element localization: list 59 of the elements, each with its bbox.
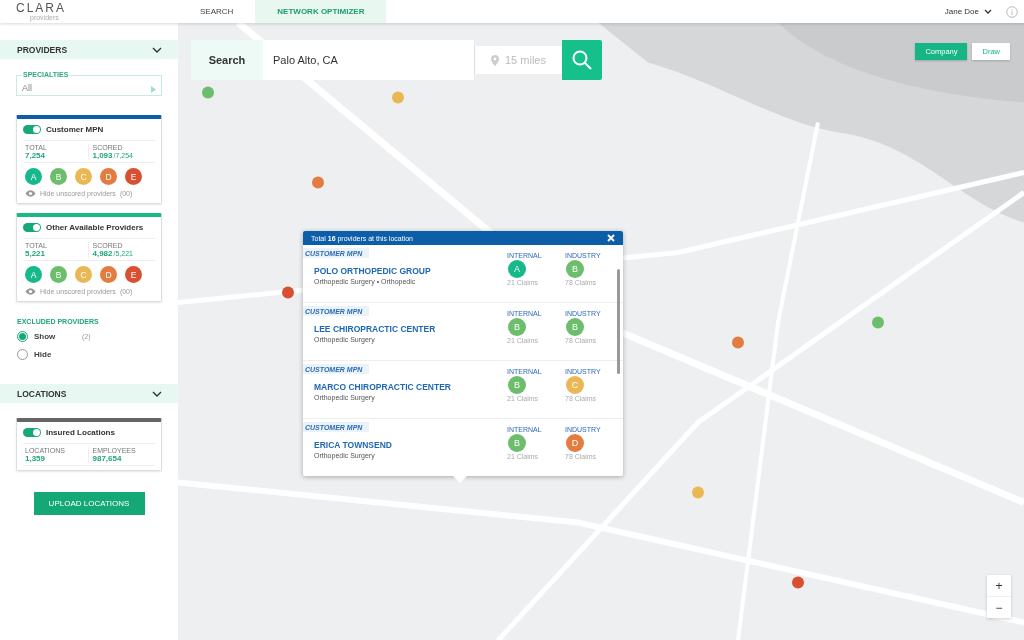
search-icon: [572, 50, 592, 70]
grade-filter[interactable]: A: [25, 168, 42, 185]
card-title: Customer MPN: [46, 125, 104, 134]
stat-value: 1,093: [92, 151, 113, 160]
caret-icon: [984, 8, 992, 15]
provider-name[interactable]: LEE CHIROPRACTIC CENTER: [314, 324, 436, 334]
eye-icon[interactable]: [25, 288, 36, 295]
toggle-switch[interactable]: [23, 125, 41, 134]
pin-icon: [491, 54, 499, 66]
grade-filter[interactable]: B: [50, 266, 67, 283]
chevron-icon: [152, 390, 162, 397]
location-input[interactable]: Palo Alto, CA: [263, 40, 474, 80]
caret-icon: [151, 86, 156, 93]
grade-badge: B: [508, 434, 526, 452]
logo-wordmark: CLARA: [16, 3, 66, 14]
radio-label: Hide: [34, 349, 53, 359]
zoom-out-button[interactable]: −: [987, 597, 1011, 618]
provider-name[interactable]: ERICA TOWNSEND: [314, 440, 392, 450]
grade-filter[interactable]: E: [125, 266, 142, 283]
grade-badge: C: [566, 376, 584, 394]
stat-value: 7,254: [25, 151, 47, 160]
upload-button[interactable]: UPLOAD LOCATIONS: [33, 492, 145, 515]
toggle-switch[interactable]: [23, 428, 41, 437]
radius-input[interactable]: 15 miles: [505, 54, 558, 66]
grade-badge: B: [566, 318, 584, 336]
card-title: Other Available Providers: [46, 223, 144, 232]
scrollbar[interactable]: [617, 269, 620, 374]
grade-filter[interactable]: A: [25, 266, 42, 283]
nav-tab[interactable]: NETWORK OPTIMIZER: [255, 0, 387, 23]
provider-name[interactable]: MARCO CHIROPRACTIC CENTER: [314, 382, 451, 392]
stat-value: 5,221: [25, 249, 47, 258]
grade-badge: A: [508, 260, 526, 278]
close-icon[interactable]: [607, 234, 615, 242]
grade-filter[interactable]: D: [100, 168, 117, 185]
section-header[interactable]: LOCATIONS: [0, 384, 178, 403]
zoom-in-button[interactable]: +: [987, 575, 1011, 596]
radius-field[interactable]: 15 miles: [474, 46, 562, 74]
grade-filter[interactable]: D: [100, 266, 117, 283]
grade-badge: B: [566, 260, 584, 278]
card-title: Insured Locations: [46, 428, 115, 437]
section-header[interactable]: PROVIDERS: [0, 40, 178, 59]
grade-badge: D: [566, 434, 584, 452]
nav-tab[interactable]: SEARCH: [178, 0, 256, 23]
stat-value: 4,982: [92, 249, 113, 258]
grade-badge: B: [508, 318, 526, 336]
stat-value: 1,359: [25, 454, 47, 463]
toggle-switch[interactable]: [23, 223, 41, 232]
chevron-icon: [152, 46, 162, 53]
user-menu[interactable]: Jane Doe: [944, 7, 992, 16]
info-icon[interactable]: [1006, 5, 1018, 18]
grade-filter[interactable]: E: [125, 168, 142, 185]
grade-badge: B: [508, 376, 526, 394]
radio-label: Show: [34, 331, 57, 341]
search-button[interactable]: [562, 40, 602, 80]
provider-name[interactable]: POLO ORTHOPEDIC GROUP: [314, 266, 431, 276]
stat-value: 987,654: [92, 454, 123, 463]
search-label: Search: [191, 40, 263, 80]
grade-filter[interactable]: B: [50, 168, 67, 185]
eye-icon[interactable]: [25, 190, 36, 197]
